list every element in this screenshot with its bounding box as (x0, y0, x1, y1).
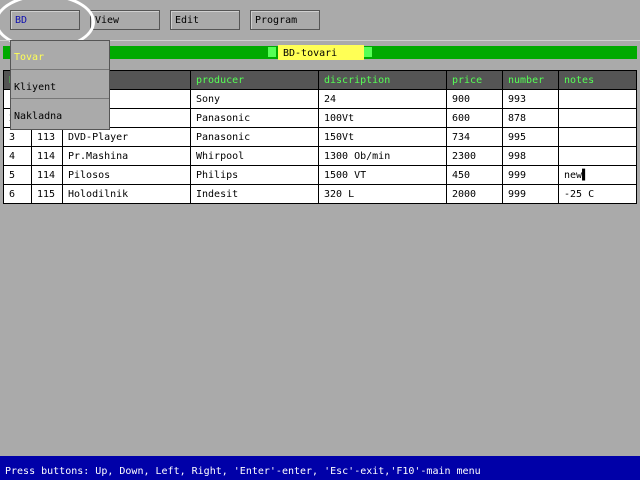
cell-name: Pilosos (62, 165, 191, 185)
cell-notes[interactable]: new▌ (558, 165, 637, 185)
cell-no: 4 (3, 146, 32, 166)
cell-number: 993 (502, 89, 559, 109)
col-header-discription: discription (318, 70, 447, 90)
col-header-price: price (446, 70, 503, 90)
cell-number: 995 (502, 127, 559, 147)
cell-discription: 320 L (318, 184, 447, 204)
cell-number: 999 (502, 165, 559, 185)
cell-producer: Philips (190, 165, 319, 185)
cell-notes (558, 89, 637, 109)
cell-producer: Whirpool (190, 146, 319, 166)
cell-number: 878 (502, 108, 559, 128)
cell-name: Pr.Mashina (62, 146, 191, 166)
dropdown-item-tovar[interactable]: Tovar (11, 41, 109, 70)
cell-price: 734 (446, 127, 503, 147)
status-bar: Press buttons: Up, Down, Left, Right, 'E… (0, 456, 640, 480)
cell-price: 2000 (446, 184, 503, 204)
title-cap-right (364, 47, 372, 57)
cell-price: 450 (446, 165, 503, 185)
cell-name: DVD-Player (62, 127, 191, 147)
dropdown-item-nakladna[interactable]: Nakladna (11, 99, 109, 128)
text-cursor: ▌ (582, 169, 589, 181)
col-header-producer: producer (190, 70, 319, 90)
cell-code: 114 (31, 146, 63, 166)
table-row[interactable]: 3 113 DVD-Player Panasonic 150Vt 734 995 (3, 127, 637, 147)
cell-discription: 1500 VT (318, 165, 447, 185)
cell-price: 600 (446, 108, 503, 128)
cell-producer: Sony (190, 89, 319, 109)
cell-number: 999 (502, 184, 559, 204)
cell-price: 900 (446, 89, 503, 109)
cell-producer: Panasonic (190, 108, 319, 128)
menu-edit[interactable]: Edit (170, 10, 240, 30)
table-title: BD-tovari (278, 45, 364, 60)
cell-number: 998 (502, 146, 559, 166)
cell-notes (558, 146, 637, 166)
cell-discription: 1300 Ob/min (318, 146, 447, 166)
menu-bd[interactable]: BD (10, 10, 80, 30)
bd-dropdown-menu: Tovar Kliyent Nakladna (10, 40, 110, 130)
notes-text: new (564, 169, 583, 181)
cell-no: 5 (3, 165, 32, 185)
cell-price: 2300 (446, 146, 503, 166)
cell-code: 113 (31, 127, 63, 147)
cell-discription: 150Vt (318, 127, 447, 147)
cell-notes (558, 108, 637, 128)
cell-no: 3 (3, 127, 32, 147)
cell-producer: Indesit (190, 184, 319, 204)
cell-notes (558, 127, 637, 147)
cell-no: 6 (3, 184, 32, 204)
cell-producer: Panasonic (190, 127, 319, 147)
menu-program[interactable]: Program (250, 10, 320, 30)
cell-code: 114 (31, 165, 63, 185)
col-header-notes: notes (558, 70, 637, 90)
cell-discription: 100Vt (318, 108, 447, 128)
col-header-number: number (502, 70, 559, 90)
cell-code: 115 (31, 184, 63, 204)
title-cap-left (268, 47, 276, 57)
menu-view[interactable]: View (90, 10, 160, 30)
cell-discription: 24 (318, 89, 447, 109)
dropdown-item-kliyent[interactable]: Kliyent (11, 70, 109, 99)
table-row[interactable]: 4 114 Pr.Mashina Whirpool 1300 Ob/min 23… (3, 146, 637, 166)
table-row[interactable]: 5 114 Pilosos Philips 1500 VT 450 999 ne… (3, 165, 637, 185)
cell-name: Holodilnik (62, 184, 191, 204)
table-row[interactable]: 6 115 Holodilnik Indesit 320 L 2000 999 … (3, 184, 637, 204)
cell-notes: -25 C (558, 184, 637, 204)
